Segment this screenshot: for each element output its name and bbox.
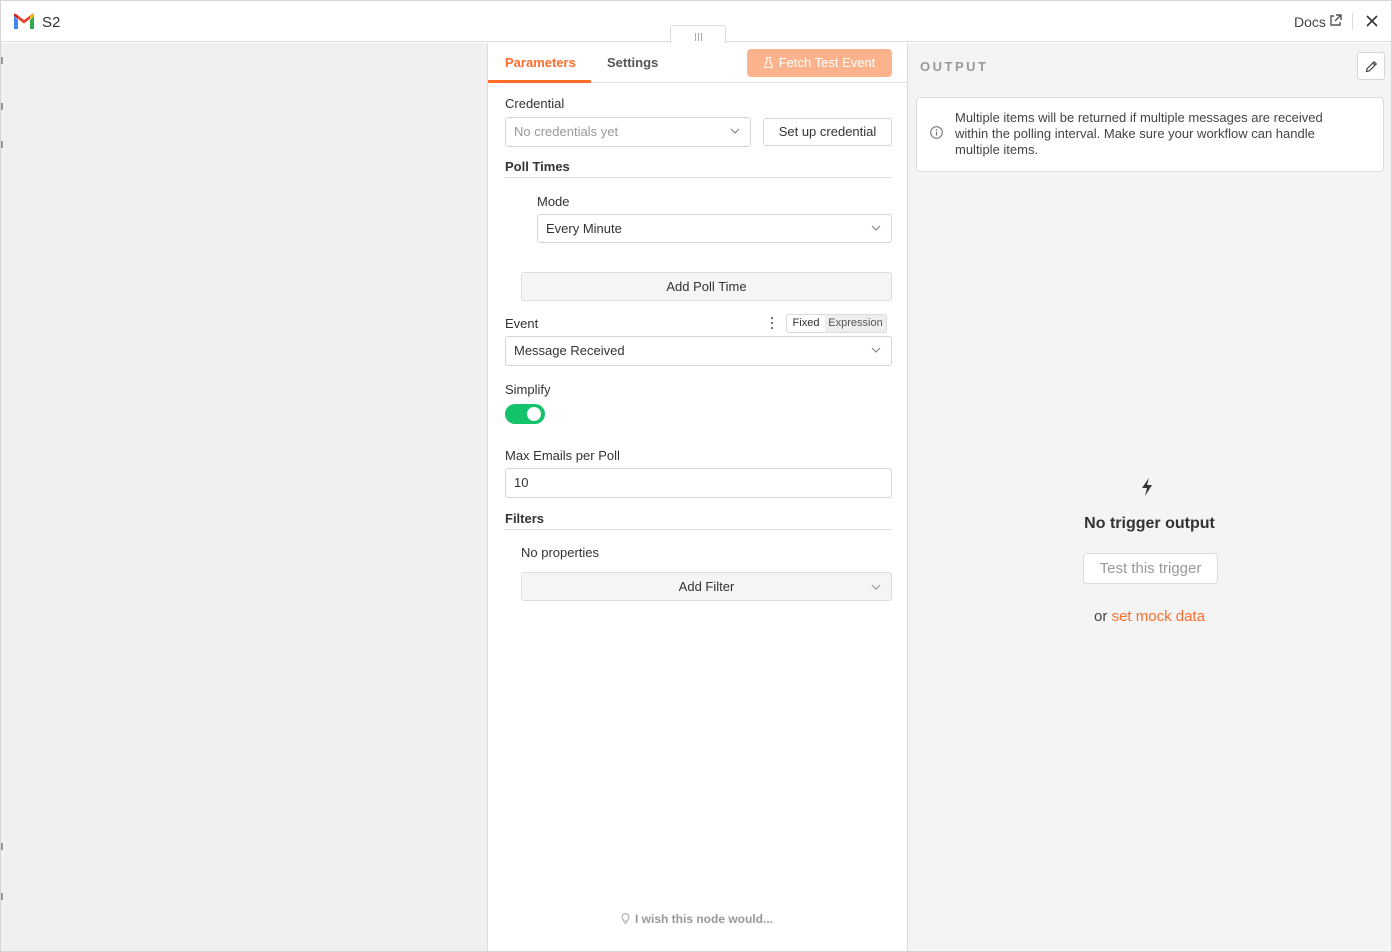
lightbulb-icon bbox=[621, 913, 630, 924]
event-select[interactable]: Message Received bbox=[505, 336, 892, 366]
mode-select[interactable]: Every Minute bbox=[537, 214, 892, 243]
fixed-option[interactable]: Fixed bbox=[787, 315, 825, 332]
gmail-logo-icon bbox=[14, 13, 34, 29]
add-filter-button[interactable]: Add Filter bbox=[521, 572, 892, 601]
edge-tick bbox=[1, 103, 3, 110]
chevron-down-icon bbox=[871, 225, 881, 231]
edge-tick bbox=[1, 843, 3, 850]
add-filter-label: Add Filter bbox=[678, 579, 735, 594]
mode-label: Mode bbox=[537, 194, 570, 209]
max-emails-label: Max Emails per Poll bbox=[505, 448, 620, 463]
edit-output-button[interactable] bbox=[1357, 52, 1385, 80]
chevron-down-icon bbox=[730, 128, 740, 134]
filters-label: Filters bbox=[505, 511, 545, 526]
node-details-modal: S2 Docs Parameters Settings Fetch Test E… bbox=[0, 0, 1392, 952]
expression-option[interactable]: Expression bbox=[825, 315, 886, 332]
edge-tick bbox=[1, 893, 3, 900]
parameters-panel: Parameters Settings Fetch Test Event Cre… bbox=[487, 43, 908, 951]
feedback-text: I wish this node would... bbox=[635, 912, 773, 926]
info-icon bbox=[930, 126, 943, 139]
set-mock-data-link[interactable]: set mock data bbox=[1112, 608, 1205, 625]
lightning-bolt-icon bbox=[1142, 478, 1152, 496]
max-emails-input[interactable]: 10 bbox=[505, 468, 892, 498]
event-label: Event bbox=[505, 316, 539, 331]
add-poll-time-button[interactable]: Add Poll Time bbox=[521, 272, 892, 301]
callout-message: Multiple items will be returned if multi… bbox=[955, 110, 1323, 157]
credential-select[interactable]: No credentials yet bbox=[505, 117, 751, 147]
fixed-expression-toggle: Fixed Expression bbox=[786, 314, 887, 333]
event-select-value: Message Received bbox=[514, 343, 625, 358]
flask-icon bbox=[763, 57, 773, 68]
panel-drag-handle[interactable] bbox=[670, 25, 726, 43]
panel-tabs: Parameters Settings Fetch Test Event bbox=[488, 43, 907, 83]
external-link-icon[interactable] bbox=[1329, 14, 1342, 27]
chevron-down-icon bbox=[871, 347, 881, 353]
output-title: OUTPUT bbox=[920, 59, 989, 74]
node-title[interactable]: S2 bbox=[42, 14, 60, 31]
chevron-down-icon bbox=[871, 584, 881, 590]
or-text: or bbox=[1094, 608, 1108, 625]
feedback-link[interactable]: I wish this node would... bbox=[621, 912, 773, 926]
close-icon[interactable] bbox=[1366, 15, 1378, 27]
input-panel-area bbox=[1, 43, 487, 951]
set-up-credential-button[interactable]: Set up credential bbox=[763, 118, 892, 146]
no-trigger-output-title: No trigger output bbox=[1084, 515, 1215, 532]
divider bbox=[505, 177, 892, 178]
tab-parameters[interactable]: Parameters bbox=[505, 55, 576, 70]
fetch-test-event-label: Fetch Test Event bbox=[778, 55, 876, 70]
simplify-label: Simplify bbox=[505, 382, 551, 397]
modal-header: S2 Docs bbox=[1, 1, 1391, 43]
credential-select-value: No credentials yet bbox=[514, 124, 619, 139]
credential-label: Credential bbox=[505, 96, 565, 111]
header-divider bbox=[1352, 13, 1353, 30]
poll-times-label: Poll Times bbox=[505, 159, 570, 174]
edge-tick bbox=[1, 141, 3, 148]
docs-link[interactable]: Docs bbox=[1294, 14, 1326, 30]
toggle-knob bbox=[527, 407, 541, 421]
active-tab-indicator bbox=[488, 80, 591, 83]
mock-data-row: or set mock data bbox=[908, 608, 1391, 625]
output-panel: OUTPUT Multiple items will be returned i… bbox=[908, 43, 1391, 951]
mode-select-value: Every Minute bbox=[546, 221, 622, 236]
divider bbox=[505, 529, 892, 530]
fetch-test-event-button[interactable]: Fetch Test Event bbox=[747, 49, 892, 77]
simplify-toggle[interactable] bbox=[505, 404, 545, 424]
pencil-icon bbox=[1365, 60, 1378, 73]
test-this-trigger-button[interactable]: Test this trigger bbox=[1083, 553, 1218, 584]
tab-settings[interactable]: Settings bbox=[607, 55, 658, 70]
edge-tick bbox=[1, 57, 3, 64]
info-callout: Multiple items will be returned if multi… bbox=[916, 97, 1384, 172]
no-properties-text: No properties bbox=[521, 545, 600, 560]
options-menu-icon[interactable] bbox=[770, 317, 774, 329]
